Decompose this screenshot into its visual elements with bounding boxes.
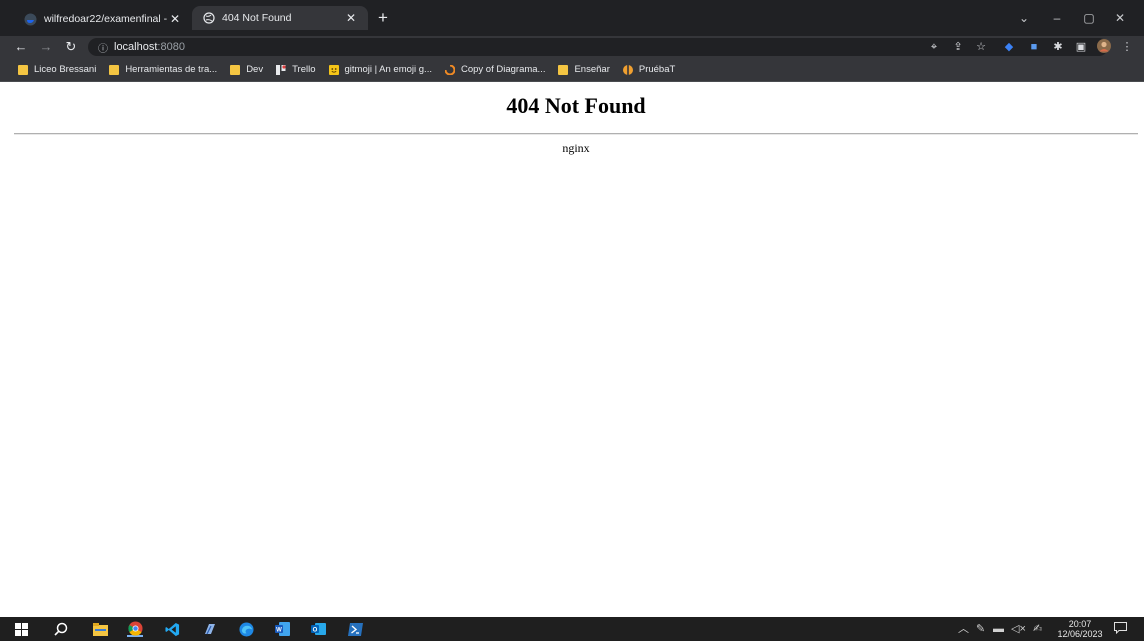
bookmark-herramientas[interactable]: Herramientas de tra... xyxy=(109,64,217,75)
windows-taskbar: W O ︿ ✎ ▬ ◁× ✍ 20:07 12/06/2023 xyxy=(0,617,1144,641)
clock-time: 20:07 xyxy=(1068,619,1092,629)
notes-app-icon[interactable] xyxy=(202,621,218,637)
bookmarks-bar: Liceo Bressani Herramientas de tra... De… xyxy=(0,58,1144,82)
share-icon[interactable]: ⇪ xyxy=(950,39,966,55)
bookmark-copy-of-diagrama[interactable]: Copy of Diagrama... xyxy=(444,64,546,75)
chrome-icon[interactable] xyxy=(127,620,143,637)
bookmark-label: PruébaT xyxy=(638,64,676,75)
page-title: 404 Not Found xyxy=(506,93,646,118)
globe-icon xyxy=(202,12,215,25)
tab-title: wilfredoar22/examenfinal - Docke xyxy=(44,13,168,25)
notifications-icon[interactable] xyxy=(1114,622,1127,638)
folder-icon xyxy=(558,64,569,75)
horizontal-rule xyxy=(14,133,1138,135)
vscode-icon[interactable] xyxy=(164,621,180,637)
profile-avatar[interactable] xyxy=(1096,39,1112,55)
tab-search-chevron-icon[interactable]: ⌄ xyxy=(1011,8,1037,28)
bookmark-label: Dev xyxy=(246,64,264,75)
bookmark-label: Copy of Diagrama... xyxy=(460,64,546,75)
bookmark-label: Enseñar xyxy=(574,64,610,75)
tab-title: 404 Not Found xyxy=(222,12,292,24)
outlook-icon[interactable]: O xyxy=(310,621,326,637)
extension-icon[interactable]: ■ xyxy=(1026,39,1042,55)
extensions-puzzle-icon[interactable]: ✱ xyxy=(1050,39,1066,55)
page-content: 404 Not Found nginx xyxy=(0,83,1144,617)
side-panel-icon[interactable]: ▣ xyxy=(1073,39,1089,55)
ink-workspace-icon[interactable]: ✍ xyxy=(1033,622,1042,636)
svg-text:W: W xyxy=(276,628,282,634)
tab-close-icon[interactable]: ✕ xyxy=(344,11,358,25)
bookmark-pruebat[interactable]: PruébaT xyxy=(622,64,676,75)
close-window-button[interactable]: ✕ xyxy=(1107,8,1133,28)
bookmark-ensenar[interactable]: Enseñar xyxy=(558,64,610,75)
tab-docker-hub[interactable]: wilfredoar22/examenfinal - Docke ✕ xyxy=(14,8,192,30)
tab-close-icon[interactable]: ✕ xyxy=(168,12,182,26)
address-port: :8080 xyxy=(157,41,185,53)
powershell-icon[interactable] xyxy=(347,621,363,637)
bookmark-label: Trello xyxy=(292,64,316,75)
windows-start-icon[interactable] xyxy=(13,621,29,637)
folder-icon xyxy=(230,64,241,75)
menu-kebab-icon[interactable]: ⋮ xyxy=(1119,39,1135,55)
search-icon[interactable] xyxy=(53,621,69,637)
bookmark-dev[interactable]: Dev xyxy=(230,64,263,75)
forward-button[interactable]: → xyxy=(37,38,55,56)
edge-icon[interactable] xyxy=(238,621,254,637)
restore-button[interactable]: ▢ xyxy=(1076,8,1102,28)
clock-date: 12/06/2023 xyxy=(1057,629,1103,639)
bookmark-trello[interactable]: Trello xyxy=(276,64,316,75)
address-host: localhost xyxy=(114,41,158,53)
new-tab-button[interactable]: + xyxy=(374,9,392,27)
bookmark-label: gitmoji | An emoji g... xyxy=(344,64,432,75)
bookmark-liceo-bressani[interactable]: Liceo Bressani xyxy=(18,64,96,75)
diagram-icon xyxy=(444,64,456,75)
trello-icon xyxy=(276,64,286,75)
server-signature: nginx xyxy=(562,141,590,155)
bookmark-gitmoji[interactable]: gitmoji | An emoji g... xyxy=(328,64,432,75)
browser-toolbar: ← → ↻ ⓘ localhost:8080 ⌖ ⇪ ☆ ◆ ■ ✱ ▣ ⋮ xyxy=(0,36,1144,58)
site-info-icon[interactable]: ⓘ xyxy=(98,40,108,55)
extension-icon[interactable]: ◆ xyxy=(1001,39,1017,55)
translate-icon[interactable]: ⌖ xyxy=(926,39,942,55)
folder-icon xyxy=(18,64,28,75)
folder-icon xyxy=(109,64,120,75)
file-explorer-icon[interactable] xyxy=(92,621,108,637)
gitmoji-icon xyxy=(328,64,339,75)
tray-chevron-up-icon[interactable]: ︿ xyxy=(958,622,969,636)
minimize-button[interactable]: – xyxy=(1044,8,1070,28)
docker-favicon-icon xyxy=(24,13,37,26)
svg-text:O: O xyxy=(312,628,317,634)
reload-button[interactable]: ↻ xyxy=(62,38,80,56)
volume-muted-icon[interactable]: ◁× xyxy=(1011,622,1026,636)
battery-icon[interactable]: ▬ xyxy=(993,622,1004,636)
back-button[interactable]: ← xyxy=(12,38,30,56)
bookmark-star-icon[interactable]: ☆ xyxy=(973,39,989,55)
pen-tray-icon[interactable]: ✎ xyxy=(976,622,985,636)
taskbar-clock[interactable]: 20:07 12/06/2023 xyxy=(1054,619,1106,639)
bookmark-label: Liceo Bressani xyxy=(34,64,97,75)
bookmark-label: Herramientas de tra... xyxy=(125,64,218,75)
browser-tab-strip: wilfredoar22/examenfinal - Docke ✕ 404 N… xyxy=(0,0,1144,36)
tab-404-not-found[interactable]: 404 Not Found ✕ xyxy=(192,6,368,30)
word-icon[interactable]: W xyxy=(274,621,290,637)
pruebat-icon xyxy=(622,64,633,75)
